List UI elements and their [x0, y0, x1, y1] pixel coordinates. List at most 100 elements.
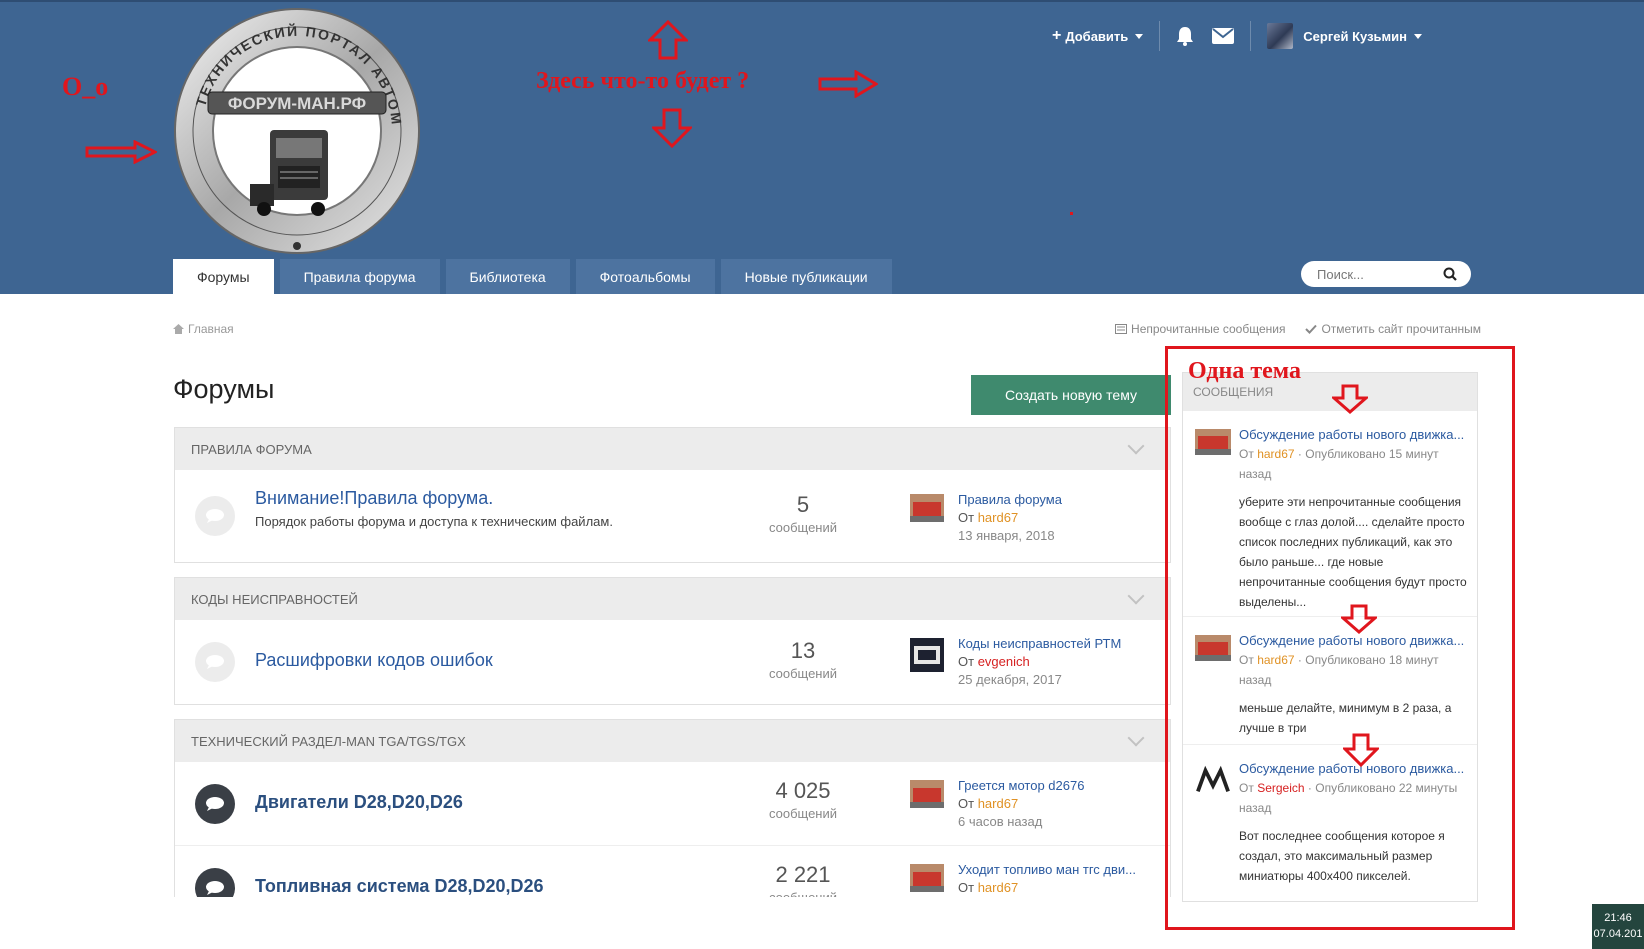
bell-icon	[1177, 27, 1194, 46]
tab-new-posts[interactable]: Новые публикации	[720, 259, 892, 294]
site-logo[interactable]: ТЕХНИЧЕСКИЙ ПОРТАЛ АВТОМОБИЛЕЙ MAN ФОРУМ…	[165, 0, 422, 256]
add-menu-label: Добавить	[1065, 28, 1129, 44]
envelope-icon	[1212, 28, 1235, 44]
post-count: 2 221	[775, 862, 831, 887]
forum-row: Топливная система D28,D20,D26 2 221 сооб…	[175, 846, 1170, 898]
logo-graphic: ТЕХНИЧЕСКИЙ ПОРТАЛ АВТОМОБИЛЕЙ MAN ФОРУМ…	[165, 0, 420, 254]
category-header[interactable]: Коды неисправностей	[175, 578, 1170, 620]
last-post-title[interactable]: Уходит топливо ман тгс дви...	[958, 862, 1150, 877]
add-menu-button[interactable]: + Добавить	[1051, 27, 1144, 44]
tab-forum-rules[interactable]: Правила форума	[279, 259, 440, 294]
chevron-down-icon[interactable]	[1127, 587, 1145, 605]
username-link[interactable]: hard67	[978, 796, 1018, 811]
user-menu-button[interactable]: Сергей Кузьмин	[1267, 23, 1422, 49]
username-link[interactable]: hard67	[978, 510, 1018, 525]
system-clock: 21:46 07.04.201	[1592, 904, 1644, 949]
forum-title[interactable]: Топливная система D28,D20,D26	[255, 876, 544, 897]
forum-category: Технический раздел-MAN TGA/TGS/TGX Двига…	[174, 719, 1171, 899]
clock-time: 21:46	[1604, 912, 1632, 924]
annotation-one-topic: Одна тема	[1188, 358, 1301, 384]
header-border	[0, 0, 1644, 2]
by-label: От	[958, 880, 975, 895]
category-header[interactable]: Правила форума	[175, 428, 1170, 470]
tab-forums[interactable]: Форумы	[173, 259, 274, 294]
clock-date: 07.04.201	[1593, 928, 1643, 940]
logo-banner-text: ФОРУМ-МАН.РФ	[228, 94, 366, 113]
breadcrumb-home[interactable]: Главная	[188, 322, 234, 336]
notifications-button[interactable]	[1176, 26, 1194, 46]
arrow-down-icon	[652, 108, 692, 148]
check-icon	[1305, 324, 1318, 334]
last-post-date: 25 декабря, 2017	[958, 672, 1062, 687]
user-bar: + Добавить Сергей Кузьмин	[1051, 21, 1422, 51]
arrow-right-icon	[818, 70, 878, 98]
site-header: ТЕХНИЧЕСКИЙ ПОРТАЛ АВТОМОБИЛЕЙ MAN ФОРУМ…	[0, 0, 1644, 294]
forum-category: Правила форума Внимание!Правила форума. …	[174, 427, 1171, 563]
forum-stats: 13 сообщений	[743, 638, 863, 681]
create-topic-button[interactable]: Создать новую тему	[971, 375, 1171, 415]
newspaper-icon	[1115, 324, 1128, 334]
arrow-down-icon	[1341, 604, 1377, 634]
avatar[interactable]	[910, 780, 944, 808]
breadcrumb: Главная	[173, 322, 234, 336]
toolbar-links: Непрочитанные сообщения Отметить сайт пр…	[1115, 322, 1481, 336]
arrow-right-icon	[85, 140, 157, 164]
avatar	[1267, 23, 1294, 49]
last-post-date: 13 января, 2018	[958, 528, 1055, 543]
arrow-down-icon	[1343, 733, 1379, 767]
messages-button[interactable]	[1212, 28, 1235, 44]
post-count-label: сообщений	[768, 520, 838, 535]
search-icon[interactable]	[1443, 267, 1457, 281]
divider	[1159, 21, 1161, 51]
category-title: Коды неисправностей	[191, 591, 358, 607]
post-count: 13	[790, 638, 816, 663]
forum-stats: 4 025 сообщений	[743, 778, 863, 821]
forum-title[interactable]: Расшифровки кодов ошибок	[255, 650, 493, 671]
search-input[interactable]	[1317, 266, 1427, 282]
post-count-label: сообщений	[768, 806, 838, 821]
category-title: Технический раздел-MAN TGA/TGS/TGX	[191, 733, 466, 749]
chevron-down-icon[interactable]	[1127, 729, 1145, 747]
forum-read-icon	[195, 642, 235, 682]
chevron-down-icon[interactable]	[1127, 437, 1145, 455]
search-box	[1301, 261, 1471, 287]
forum-unread-icon	[195, 868, 235, 898]
last-post-author: От hard67	[958, 880, 1018, 895]
tab-library[interactable]: Библиотека	[445, 259, 570, 294]
plus-icon: +	[1051, 27, 1062, 44]
arrow-down-icon	[1332, 384, 1368, 414]
divider	[1250, 21, 1252, 51]
forum-title[interactable]: Двигатели D28,D20,D26	[255, 792, 463, 813]
by-label: От	[958, 796, 975, 811]
user-name: Сергей Кузьмин	[1303, 28, 1407, 44]
forum-unread-icon	[195, 784, 235, 824]
last-post-date: 6 часов назад	[958, 814, 1043, 829]
avatar[interactable]	[910, 864, 944, 892]
username-link[interactable]: evgenich	[978, 654, 1030, 669]
home-icon	[173, 324, 184, 334]
post-count-label: сообщений	[768, 666, 838, 681]
last-post-title[interactable]: Коды неисправностей РТМ	[958, 636, 1150, 651]
forum-description: Порядок работы форума и доступа к технич…	[255, 514, 613, 529]
forum-title[interactable]: Внимание!Правила форума.	[255, 488, 493, 509]
last-post-title[interactable]: Греется мотор d2676	[958, 778, 1150, 793]
category-header[interactable]: Технический раздел-MAN TGA/TGS/TGX	[175, 720, 1170, 762]
avatar[interactable]	[910, 638, 944, 672]
avatar[interactable]	[910, 494, 944, 522]
red-dot	[1070, 212, 1073, 215]
forum-category: Коды неисправностей Расшифровки кодов ош…	[174, 577, 1171, 705]
forum-stats: 2 221 сообщений	[743, 862, 863, 898]
mark-read-link[interactable]: Отметить сайт прочитанным	[1305, 322, 1481, 336]
mark-read-label: Отметить сайт прочитанным	[1321, 322, 1481, 336]
annotation-here: Здесь что-то будет ?	[536, 68, 750, 94]
last-post-author: От hard67	[958, 510, 1018, 525]
last-post-title[interactable]: Правила форума	[958, 492, 1150, 507]
arrow-up-icon	[648, 20, 688, 60]
tab-photo-albums[interactable]: Фотоальбомы	[575, 259, 715, 294]
unread-link[interactable]: Непрочитанные сообщения	[1115, 322, 1285, 336]
forum-read-icon	[195, 496, 235, 536]
by-label: От	[958, 510, 975, 525]
main-nav: Форумы Правила форума Библиотека Фотоаль…	[173, 259, 892, 294]
chevron-down-icon	[1414, 33, 1422, 39]
username-link[interactable]: hard67	[978, 880, 1018, 895]
